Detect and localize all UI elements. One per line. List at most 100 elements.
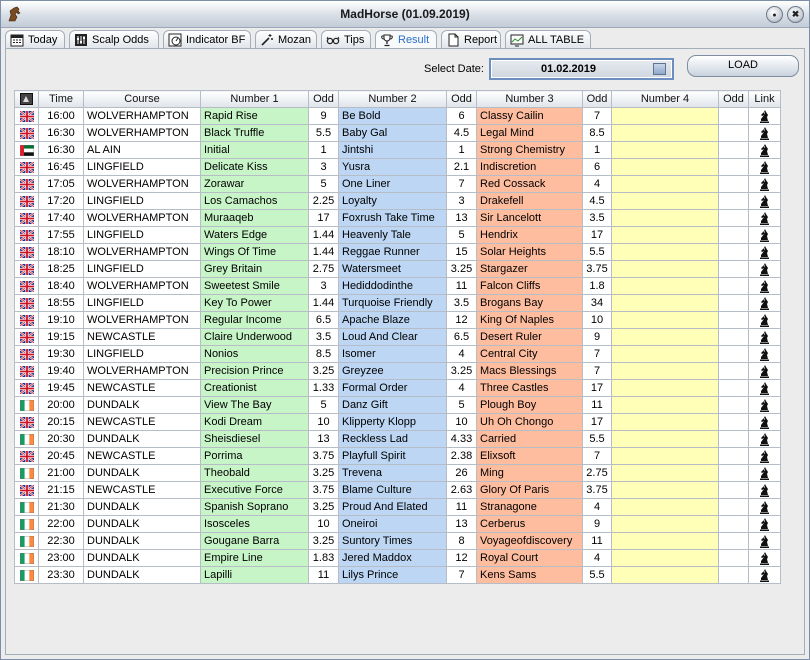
table-row[interactable]: 19:40 WOLVERHAMPTON Precision Prince 3.25 Gr… <box>14 362 781 380</box>
link-cell[interactable] <box>748 158 781 176</box>
link-cell[interactable] <box>748 260 781 278</box>
column-header-odd-4[interactable]: Odd <box>718 90 749 108</box>
table-row[interactable]: 23:30 DUNDALK Lapilli 11 Lilys Prince 7 Kens S… <box>14 566 781 584</box>
number-4-cell <box>611 362 719 380</box>
table-row[interactable]: 21:00 DUNDALK Theobald 3.25 Trevena 26 Ming 2.7… <box>14 464 781 482</box>
table-row[interactable]: 18:40 WOLVERHAMPTON Sweetest Smile 3 Hediddo… <box>14 277 781 295</box>
link-cell[interactable] <box>748 277 781 295</box>
link-cell[interactable] <box>748 362 781 380</box>
table-row[interactable]: 20:15 NEWCASTLE Kodi Dream 10 Klipperty Klop… <box>14 413 781 431</box>
link-cell[interactable] <box>748 345 781 363</box>
odd-4-cell <box>718 158 749 176</box>
link-cell[interactable] <box>748 124 781 142</box>
link-cell[interactable] <box>748 328 781 346</box>
odd-3-cell: 7 <box>582 107 612 125</box>
link-cell[interactable] <box>748 549 781 567</box>
link-cell[interactable] <box>748 532 781 550</box>
link-cell[interactable] <box>748 107 781 125</box>
link-cell[interactable] <box>748 498 781 516</box>
table-row[interactable]: 16:30 AL AIN Initial 1 Jintshi 1 Strong Chemis… <box>14 141 781 159</box>
minimize-button[interactable]: ● <box>766 6 783 23</box>
table-row[interactable]: 18:25 LINGFIELD Grey Britain 2.75 Watersmeet… <box>14 260 781 278</box>
column-header-time[interactable]: Time <box>38 90 84 108</box>
table-row[interactable]: 20:45 NEWCASTLE Porrima 3.75 Playfull Spirit… <box>14 447 781 465</box>
tab-scalp-odds[interactable]: Scalp Odds <box>69 30 159 49</box>
link-cell[interactable] <box>748 396 781 414</box>
uk-flag-icon <box>19 484 34 496</box>
link-cell[interactable] <box>748 464 781 482</box>
link-cell[interactable] <box>748 209 781 227</box>
table-row[interactable]: 16:00 WOLVERHAMPTON Rapid Rise 9 Be Bold 6 Cla… <box>14 107 781 125</box>
table-row[interactable]: 18:55 LINGFIELD Key To Power 1.44 Turquoise … <box>14 294 781 312</box>
link-cell[interactable] <box>748 175 781 193</box>
table-row[interactable]: 20:30 DUNDALK Sheisdiesel 13 Reckless Lad 4.3… <box>14 430 781 448</box>
odd-1-cell: 10 <box>308 515 339 533</box>
column-header-link[interactable]: Link <box>748 90 781 108</box>
odd-2-cell: 11 <box>446 498 477 516</box>
column-header-number-4[interactable]: Number 4 <box>611 90 719 108</box>
table-row[interactable]: 21:15 NEWCASTLE Executive Force 3.75 Blame C… <box>14 481 781 499</box>
table-row[interactable]: 16:30 WOLVERHAMPTON Black Truffle 5.5 Baby G… <box>14 124 781 142</box>
tab-result[interactable]: Result <box>375 30 437 49</box>
column-header-flag[interactable] <box>14 90 39 108</box>
table-row[interactable]: 18:10 WOLVERHAMPTON Wings Of Time 1.44 Regga… <box>14 243 781 261</box>
date-picker[interactable]: 01.02.2019 <box>489 58 674 80</box>
table-row[interactable]: 22:30 DUNDALK Gougane Barra 3.25 Suntory Tim… <box>14 532 781 550</box>
link-cell[interactable] <box>748 447 781 465</box>
table-row[interactable]: 17:55 LINGFIELD Waters Edge 1.44 Heavenly Ta… <box>14 226 781 244</box>
link-cell[interactable] <box>748 192 781 210</box>
column-header-odd-1[interactable]: Odd <box>308 90 339 108</box>
uk-flag-icon <box>19 127 34 139</box>
table-row[interactable]: 20:00 DUNDALK View The Bay 5 Danz Gift 5 Ploug… <box>14 396 781 414</box>
table-row[interactable]: 17:05 WOLVERHAMPTON Zorawar 5 One Liner 7 Red … <box>14 175 781 193</box>
course-cell: DUNDALK <box>83 430 201 448</box>
tab-today[interactable]: Today <box>5 30 65 49</box>
tab-report[interactable]: Report <box>441 30 501 49</box>
link-cell[interactable] <box>748 413 781 431</box>
tab-tips[interactable]: Tips <box>321 30 371 49</box>
uae-flag-icon <box>19 144 34 156</box>
link-cell[interactable] <box>748 226 781 244</box>
column-header-course[interactable]: Course <box>83 90 201 108</box>
calendar-dropdown-icon[interactable] <box>653 63 666 75</box>
number-2-cell: Yusra <box>338 158 447 176</box>
table-row[interactable]: 17:20 LINGFIELD Los Camachos 2.25 Loyalty 3 Dr… <box>14 192 781 210</box>
column-header-odd-2[interactable]: Odd <box>446 90 477 108</box>
table-row[interactable]: 16:45 LINGFIELD Delicate Kiss 3 Yusra 2.1 Indi… <box>14 158 781 176</box>
column-header-number-1[interactable]: Number 1 <box>200 90 309 108</box>
column-header-number-2[interactable]: Number 2 <box>338 90 447 108</box>
odd-3-cell: 9 <box>582 515 612 533</box>
odd-1-cell: 17 <box>308 209 339 227</box>
knight-link-icon <box>760 126 769 140</box>
column-header-odd-3[interactable]: Odd <box>582 90 612 108</box>
link-cell[interactable] <box>748 294 781 312</box>
link-cell[interactable] <box>748 243 781 261</box>
number-1-cell: Waters Edge <box>200 226 309 244</box>
link-cell[interactable] <box>748 311 781 329</box>
load-button[interactable]: LOAD <box>687 55 799 77</box>
tab-all-table[interactable]: ALL TABLE <box>505 30 591 49</box>
number-3-cell: Cerberus <box>476 515 583 533</box>
link-cell[interactable] <box>748 379 781 397</box>
link-cell[interactable] <box>748 481 781 499</box>
table-row[interactable]: 19:45 NEWCASTLE Creationist 1.33 Formal Orde… <box>14 379 781 397</box>
table-row[interactable]: 21:30 DUNDALK Spanish Soprano 3.25 Proud And… <box>14 498 781 516</box>
tab-indicator-bf[interactable]: Indicator BF <box>163 30 251 49</box>
number-3-cell: Hendrix <box>476 226 583 244</box>
table-row[interactable]: 19:15 NEWCASTLE Claire Underwood 3.5 Loud An… <box>14 328 781 346</box>
odd-2-cell: 6 <box>446 107 477 125</box>
flag-cell <box>14 260 39 278</box>
table-row[interactable]: 23:00 DUNDALK Empire Line 1.83 Jered Maddox 1… <box>14 549 781 567</box>
table-row[interactable]: 19:30 LINGFIELD Nonios 8.5 Isomer 4 Central Ci… <box>14 345 781 363</box>
chart-icon <box>510 34 524 47</box>
link-cell[interactable] <box>748 430 781 448</box>
table-row[interactable]: 19:10 WOLVERHAMPTON Regular Income 6.5 Apach… <box>14 311 781 329</box>
link-cell[interactable] <box>748 141 781 159</box>
table-row[interactable]: 22:00 DUNDALK Isosceles 10 Oneiroi 13 Cerberus… <box>14 515 781 533</box>
link-cell[interactable] <box>748 515 781 533</box>
link-cell[interactable] <box>748 566 781 584</box>
tab-mozan[interactable]: Mozan <box>255 30 317 49</box>
table-row[interactable]: 17:40 WOLVERHAMPTON Muraaqeb 17 Foxrush Take… <box>14 209 781 227</box>
close-button[interactable]: ✖ <box>787 6 804 23</box>
column-header-number-3[interactable]: Number 3 <box>476 90 583 108</box>
